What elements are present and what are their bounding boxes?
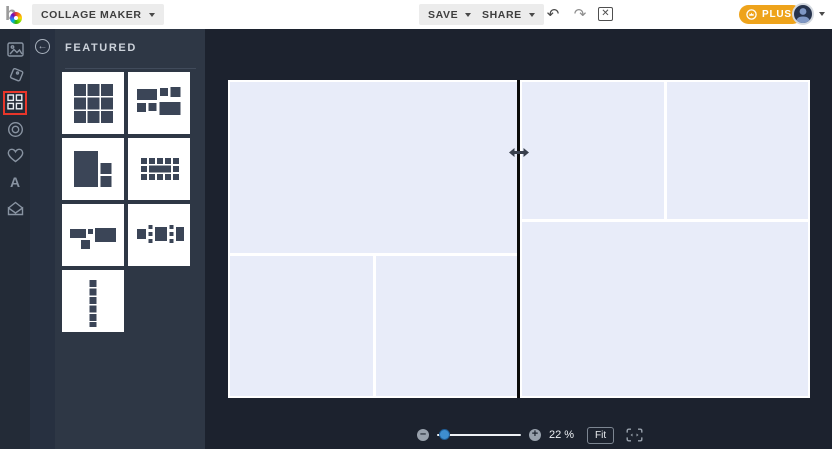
collage-cell-bottom-left-2[interactable] bbox=[376, 256, 517, 396]
share-button[interactable]: SHARE bbox=[473, 4, 544, 25]
collage-cell-bottom-right[interactable] bbox=[522, 222, 808, 396]
logo-colorwheel bbox=[10, 12, 22, 24]
layout-thumb-grid-3x3[interactable] bbox=[62, 72, 124, 134]
caret-down-icon bbox=[148, 12, 155, 17]
undo-icon[interactable]: ↶ bbox=[544, 5, 562, 23]
layout-thumb-border-frame[interactable] bbox=[128, 138, 190, 200]
column-divider-handle[interactable] bbox=[517, 80, 520, 398]
caret-down-icon[interactable] bbox=[819, 12, 825, 16]
panel-back-strip: ← bbox=[30, 29, 55, 449]
zoom-bar: – + 22 % Fit bbox=[417, 424, 643, 446]
zoom-percentage: 22 % bbox=[549, 429, 575, 441]
featured-panel: FEATURED bbox=[55, 29, 205, 449]
caret-down-icon bbox=[465, 12, 472, 17]
panel-divider bbox=[65, 68, 196, 69]
layout-thumb-filmstrip-mixed[interactable] bbox=[128, 204, 190, 266]
layout-thumb-big-left-split-right[interactable] bbox=[62, 138, 124, 200]
zoom-slider[interactable] bbox=[437, 429, 521, 440]
plus-label: PLUS bbox=[762, 9, 792, 20]
redo-icon[interactable]: ↷ bbox=[571, 5, 589, 23]
zoom-in-icon[interactable]: + bbox=[529, 429, 541, 441]
canvas-area: – + 22 % Fit bbox=[205, 29, 832, 449]
layout-thumb-mosaic-horizontal[interactable] bbox=[62, 204, 124, 266]
zoom-slider-thumb[interactable] bbox=[439, 429, 450, 440]
tool-rail: A bbox=[0, 29, 30, 449]
panel-title: FEATURED bbox=[65, 42, 137, 54]
collage-cell-top-left[interactable] bbox=[230, 82, 517, 253]
layout-thumb-vertical-strip[interactable] bbox=[62, 270, 124, 332]
image-icon[interactable] bbox=[6, 40, 24, 58]
target-icon[interactable] bbox=[6, 120, 24, 138]
caret-down-icon bbox=[528, 12, 535, 17]
collage-maker-menu[interactable]: COLLAGE MAKER bbox=[32, 4, 164, 25]
fit-button[interactable]: Fit bbox=[587, 426, 615, 444]
envelope-icon[interactable] bbox=[6, 199, 24, 217]
share-label: SHARE bbox=[482, 8, 522, 21]
collage-canvas bbox=[228, 80, 810, 398]
collage-maker-label: COLLAGE MAKER bbox=[41, 8, 142, 21]
grid-icon[interactable] bbox=[6, 93, 24, 111]
text-icon[interactable]: A bbox=[6, 173, 24, 191]
save-button[interactable]: SAVE bbox=[419, 4, 481, 25]
collage-cell-top-right-1[interactable] bbox=[522, 82, 664, 219]
avatar[interactable] bbox=[792, 3, 814, 25]
heart-icon[interactable] bbox=[6, 146, 24, 164]
person-icon bbox=[796, 8, 810, 23]
layout-thumb-mosaic-mixed[interactable] bbox=[128, 72, 190, 134]
plus-badge-icon bbox=[746, 9, 757, 20]
layout-thumbnails bbox=[62, 72, 198, 332]
befunky-logo[interactable]: b bbox=[5, 4, 25, 25]
back-arrow-icon[interactable]: ← bbox=[35, 39, 50, 54]
topbar: b COLLAGE MAKER SAVE SHARE ↶ ↷ ✕ PLUS bbox=[0, 0, 832, 29]
collage-cell-top-right-2[interactable] bbox=[667, 82, 808, 219]
close-icon[interactable]: ✕ bbox=[598, 7, 613, 21]
zoom-out-icon[interactable]: – bbox=[417, 429, 429, 441]
save-label: SAVE bbox=[428, 8, 459, 21]
fit-screen-icon[interactable] bbox=[626, 428, 643, 442]
tag-icon[interactable] bbox=[6, 67, 24, 85]
collage-cell-bottom-left-1[interactable] bbox=[230, 256, 373, 396]
